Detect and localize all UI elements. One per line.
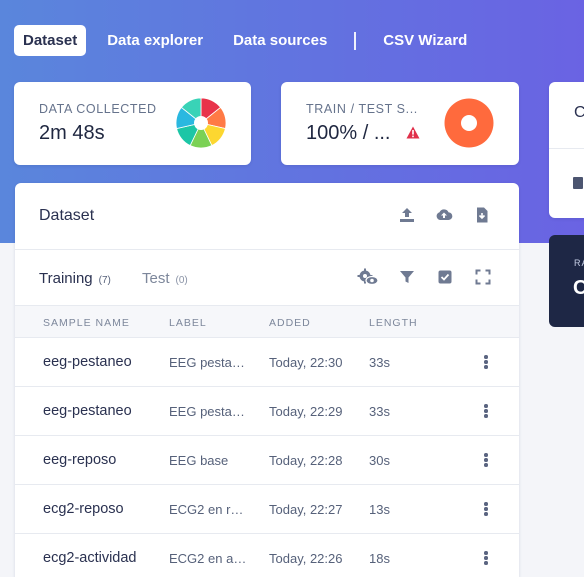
table-row[interactable]: ecg2-actividad ECG2 en actividad Today, …	[15, 534, 519, 577]
tab-training-count: (7)	[98, 275, 111, 286]
col-length[interactable]: LENGTH	[369, 317, 418, 329]
checkbox-icon[interactable]	[436, 268, 454, 286]
tab-test-label: Test	[142, 270, 170, 287]
partial-card-title: C	[574, 104, 584, 121]
row-menu-icon[interactable]	[477, 401, 495, 421]
warning-icon[interactable]	[406, 126, 420, 139]
sample-length: 13s	[369, 502, 390, 517]
nav-tab-data-explorer[interactable]: Data explorer	[98, 25, 212, 56]
upload-icon[interactable]	[398, 206, 416, 224]
nav-tab-dataset[interactable]: Dataset	[14, 25, 87, 56]
sample-added: Today, 22:28	[269, 453, 343, 468]
sample-label: EEG pestaneo	[169, 404, 249, 419]
sample-length: 33s	[369, 355, 390, 370]
train-test-split-value: 100% / ...	[306, 122, 391, 144]
data-collected-pie-chart	[175, 97, 227, 149]
sample-added: Today, 22:29	[269, 404, 343, 419]
sample-length: 18s	[369, 551, 390, 566]
gear-eye-icon[interactable]	[357, 268, 379, 286]
sample-label: EEG base	[169, 453, 229, 468]
pie-center-hole	[194, 116, 208, 130]
table-header: SAMPLE NAME LABEL ADDED LENGTH	[15, 305, 519, 338]
sample-label: ECG2 en reposo	[169, 502, 249, 517]
sample-length: 30s	[369, 453, 390, 468]
sample-name: eeg-pestaneo	[43, 354, 132, 370]
sample-label: EEG pestaneo	[169, 355, 249, 370]
top-nav: Dataset Data explorer Data sources CSV W…	[14, 25, 488, 56]
train-test-split-card: TRAIN / TEST S... 100% / ...	[281, 82, 519, 165]
cloud-upload-icon[interactable]	[435, 206, 453, 224]
table-row[interactable]: eeg-pestaneo EEG pestaneo Today, 22:29 3…	[15, 387, 519, 436]
data-collected-label: DATA COLLECTED	[39, 102, 157, 116]
train-test-pie-chart	[444, 98, 494, 148]
sample-name: ecg2-reposo	[43, 501, 124, 517]
tab-training-label: Training	[39, 270, 93, 287]
sample-added: Today, 22:27	[269, 502, 343, 517]
sample-name: eeg-pestaneo	[43, 403, 132, 419]
row-menu-icon[interactable]	[477, 352, 495, 372]
table-row[interactable]: eeg-reposo EEG base Today, 22:28 30s	[15, 436, 519, 485]
nav-separator	[354, 31, 357, 50]
row-menu-icon[interactable]	[477, 548, 495, 568]
dark-card-value: C	[573, 277, 584, 299]
row-menu-icon[interactable]	[477, 450, 495, 470]
tab-training[interactable]: Training (7)	[39, 270, 111, 287]
partial-card-divider	[549, 148, 584, 149]
dataset-title: Dataset	[39, 207, 95, 224]
row-menu-icon[interactable]	[477, 499, 495, 519]
sample-length: 33s	[369, 404, 390, 419]
nav-tab-data-sources[interactable]: Data sources	[224, 25, 336, 56]
download-file-icon[interactable]	[473, 206, 491, 224]
dark-card-label: RA	[574, 258, 584, 268]
filter-icon[interactable]	[398, 268, 416, 286]
sample-added: Today, 22:26	[269, 551, 343, 566]
sample-name: eeg-reposo	[43, 452, 117, 468]
expand-icon[interactable]	[474, 268, 492, 286]
sample-added: Today, 22:30	[269, 355, 343, 370]
sample-name: ecg2-actividad	[43, 550, 137, 566]
nav-tab-csv-wizard[interactable]: CSV Wizard	[374, 25, 476, 56]
col-label[interactable]: LABEL	[169, 317, 207, 329]
device-icon	[573, 177, 583, 189]
train-test-split-label: TRAIN / TEST S...	[306, 102, 418, 116]
table-row[interactable]: ecg2-reposo ECG2 en reposo Today, 22:27 …	[15, 485, 519, 534]
col-added[interactable]: ADDED	[269, 317, 311, 329]
sample-label: ECG2 en actividad	[169, 551, 249, 566]
dataset-card: Dataset Training (7) Test (0) SAMPLE NAME …	[15, 183, 519, 577]
pie-center-hole	[461, 115, 477, 131]
dark-stat-card: RA C	[549, 235, 584, 327]
data-collected-card: DATA COLLECTED 2m 48s	[14, 82, 251, 165]
tab-test-count: (0)	[175, 275, 188, 286]
col-sample-name[interactable]: SAMPLE NAME	[43, 317, 130, 329]
tab-test[interactable]: Test (0)	[142, 270, 188, 287]
partial-right-card: C	[549, 82, 584, 218]
data-collected-value: 2m 48s	[39, 122, 105, 144]
dataset-header-divider	[15, 249, 519, 250]
table-row[interactable]: eeg-pestaneo EEG pestaneo Today, 22:30 3…	[15, 338, 519, 387]
